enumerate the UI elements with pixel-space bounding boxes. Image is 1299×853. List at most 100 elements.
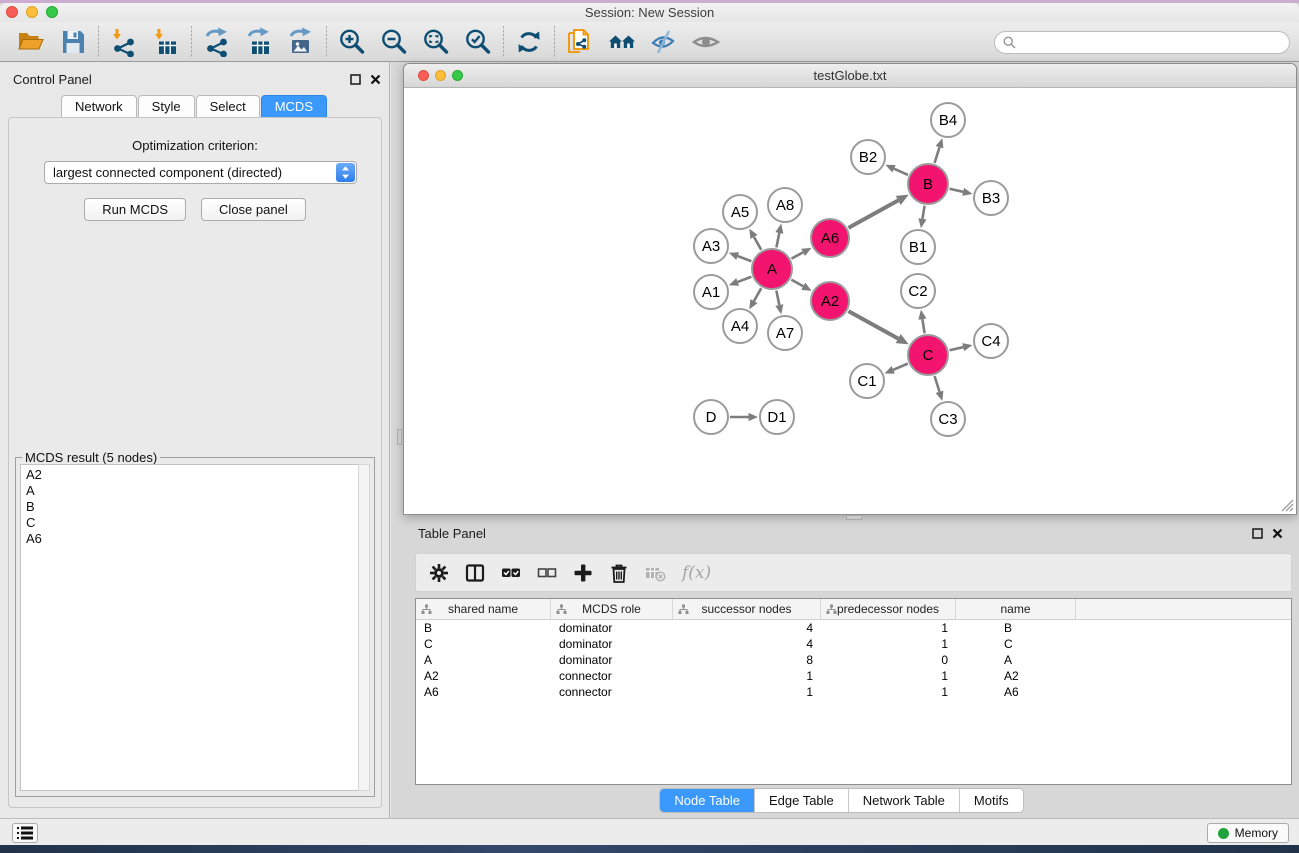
zoom-fit-icon[interactable]: [415, 25, 457, 59]
open-session-icon[interactable]: [10, 25, 52, 59]
graph-edge-C-C2[interactable]: [922, 319, 924, 333]
network-canvas[interactable]: B4 B2 B B3 A8 A5 A6 B1 A3 A A1 C2 A2 A4 A7 C4 C C1 C3 D D1: [405, 88, 1295, 513]
column-header-mcds-role[interactable]: MCDS role: [551, 599, 673, 619]
close-panel-button[interactable]: Close panel: [201, 198, 306, 221]
mcds-list-scrollbar[interactable]: [358, 464, 370, 791]
graph-node-C1[interactable]: C1: [850, 364, 884, 398]
split-panel-icon[interactable]: [460, 558, 490, 588]
graph-node-B[interactable]: B: [908, 164, 948, 204]
column-header-predecessor-nodes[interactable]: predecessor nodes: [821, 599, 956, 619]
graph-edge-C-C3[interactable]: [935, 376, 940, 392]
column-header-name[interactable]: name: [956, 599, 1076, 619]
zoom-in-icon[interactable]: [331, 25, 373, 59]
criterion-select[interactable]: largest connected component (directed): [44, 161, 357, 184]
graph-node-A5[interactable]: A5: [723, 195, 757, 229]
graph-node-B3[interactable]: B3: [974, 181, 1008, 215]
zoom-out-icon[interactable]: [373, 25, 415, 59]
graph-node-A[interactable]: A: [752, 249, 792, 289]
graph-node-B2[interactable]: B2: [851, 140, 885, 174]
tab-network[interactable]: Network: [61, 95, 137, 118]
graph-node-C2[interactable]: C2: [901, 274, 935, 308]
import-table-icon[interactable]: [145, 25, 187, 59]
graph-node-A6[interactable]: A6: [811, 219, 849, 257]
graph-node-B1[interactable]: B1: [901, 230, 935, 264]
graph-node-D[interactable]: D: [694, 400, 728, 434]
clear-selection-icon[interactable]: [532, 558, 562, 588]
toggle-graphics-details-icon[interactable]: [643, 25, 685, 59]
mcds-result-item[interactable]: A2: [26, 467, 358, 483]
task-history-button[interactable]: [12, 823, 38, 843]
table-settings-icon[interactable]: [424, 558, 454, 588]
home-view-icon[interactable]: [601, 25, 643, 59]
network-window-titlebar[interactable]: testGlobe.txt: [404, 64, 1296, 88]
add-column-icon[interactable]: [568, 558, 598, 588]
export-network-icon[interactable]: [196, 25, 238, 59]
column-header-shared-name[interactable]: shared name: [416, 599, 551, 619]
delete-column-icon[interactable]: [604, 558, 634, 588]
tab-network-table[interactable]: Network Table: [849, 789, 960, 812]
select-all-icon[interactable]: [496, 558, 526, 588]
table-row[interactable]: A6connector11A6: [416, 684, 1291, 700]
graph-edge-A-A7[interactable]: [776, 291, 779, 306]
table-row[interactable]: Cdominator41C: [416, 636, 1291, 652]
mcds-result-item[interactable]: A6: [26, 531, 358, 547]
float-panel-icon[interactable]: [1252, 528, 1263, 539]
graph-node-C[interactable]: C: [908, 335, 948, 375]
graph-edge-A-A4[interactable]: [754, 288, 761, 301]
refresh-view-icon[interactable]: [508, 25, 550, 59]
graph-edge-B-B3[interactable]: [949, 189, 963, 192]
search-input[interactable]: [1021, 33, 1289, 52]
left-scrollbar-thumb[interactable]: [397, 429, 402, 445]
tab-edge-table[interactable]: Edge Table: [755, 789, 849, 812]
graph-node-A2[interactable]: A2: [811, 282, 849, 320]
graph-node-A4[interactable]: A4: [723, 309, 757, 343]
float-panel-icon[interactable]: [350, 74, 361, 85]
tab-motifs[interactable]: Motifs: [960, 789, 1023, 812]
import-network-icon[interactable]: [103, 25, 145, 59]
graph-node-A8[interactable]: A8: [768, 188, 802, 222]
network-from-file-icon[interactable]: [559, 25, 601, 59]
graph-edge-C-C4[interactable]: [949, 347, 963, 350]
graph-edge-B-B2[interactable]: [894, 169, 908, 175]
graph-node-C4[interactable]: C4: [974, 324, 1008, 358]
mcds-result-item[interactable]: B: [26, 499, 358, 515]
graph-node-D1[interactable]: D1: [760, 400, 794, 434]
graph-edge-A-A3[interactable]: [738, 256, 752, 261]
tab-mcds[interactable]: MCDS: [261, 95, 327, 118]
graph-edge-A-A2[interactable]: [791, 280, 803, 287]
save-session-icon[interactable]: [52, 25, 94, 59]
graph-node-B4[interactable]: B4: [931, 103, 965, 137]
search-box[interactable]: [994, 31, 1290, 54]
graph-edge-A-A6[interactable]: [791, 252, 803, 258]
graph-edge-A-A8[interactable]: [776, 233, 779, 248]
resize-grip[interactable]: [1281, 499, 1294, 512]
graph-node-C3[interactable]: C3: [931, 402, 965, 436]
mcds-result-item[interactable]: A: [26, 483, 358, 499]
column-header-successor-nodes[interactable]: successor nodes: [673, 599, 821, 619]
close-panel-icon[interactable]: [1272, 528, 1283, 539]
table-row[interactable]: Bdominator41B: [416, 620, 1291, 636]
close-panel-icon[interactable]: [370, 74, 381, 85]
table-row[interactable]: Adominator80A: [416, 652, 1291, 668]
run-mcds-button[interactable]: Run MCDS: [84, 198, 186, 221]
memory-button[interactable]: Memory: [1207, 823, 1289, 843]
graph-edge-B-B4[interactable]: [935, 147, 940, 163]
graph-node-A7[interactable]: A7: [768, 316, 802, 350]
export-image-icon[interactable]: [280, 25, 322, 59]
graph-node-A1[interactable]: A1: [694, 275, 728, 309]
graph-edge-A-A5[interactable]: [754, 237, 761, 250]
tab-node-table[interactable]: Node Table: [660, 789, 755, 812]
show-hide-details-icon[interactable]: [685, 25, 727, 59]
table-row[interactable]: A2connector11A2: [416, 668, 1291, 684]
graph-node-A3[interactable]: A3: [694, 229, 728, 263]
tab-style[interactable]: Style: [138, 95, 195, 118]
graph-edge-A-A1[interactable]: [738, 277, 752, 282]
tab-select[interactable]: Select: [196, 95, 260, 118]
graph-edge-B-B1[interactable]: [922, 206, 924, 219]
export-table-icon[interactable]: [238, 25, 280, 59]
graph-edge-C-C1[interactable]: [893, 364, 908, 370]
mcds-result-item[interactable]: C: [26, 515, 358, 531]
zoom-selected-icon[interactable]: [457, 25, 499, 59]
graph-edge-A2-C[interactable]: [848, 311, 898, 338]
graph-edge-A6-B[interactable]: [848, 200, 898, 227]
